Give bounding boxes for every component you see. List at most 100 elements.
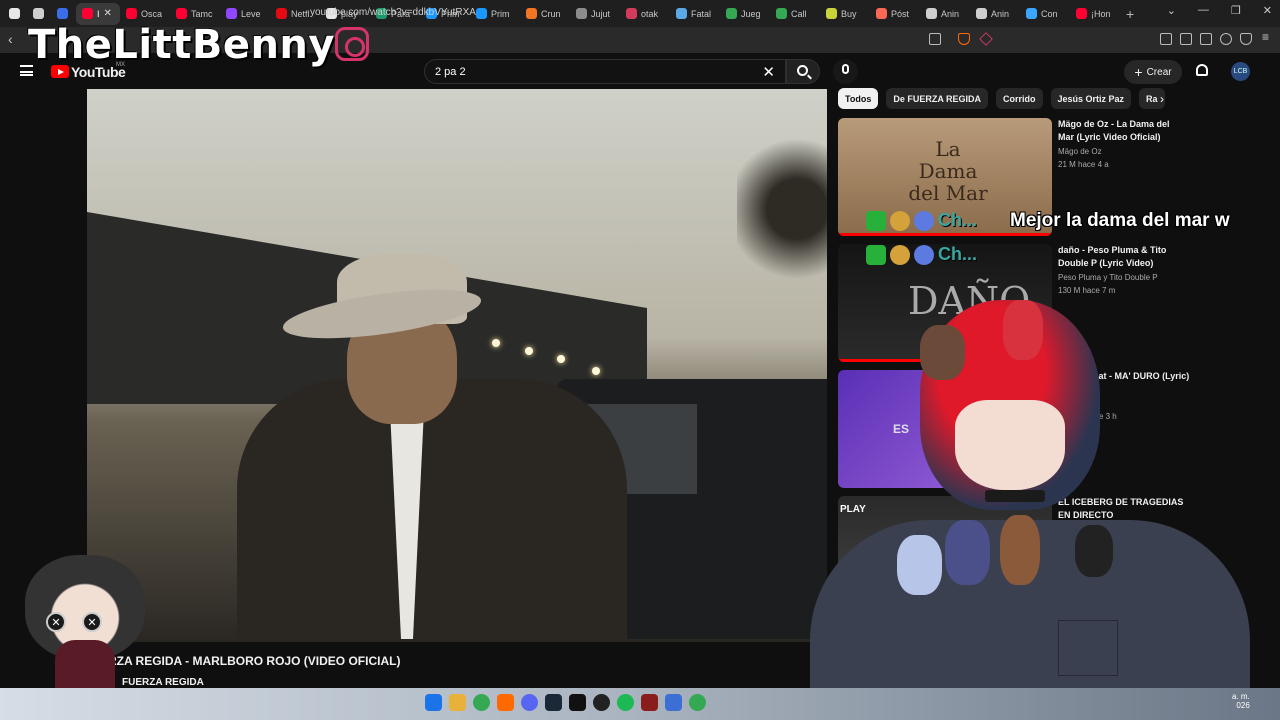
- filter-chip[interactable]: Jesús Ortiz Paz: [1050, 88, 1132, 109]
- recommendation-channel[interactable]: Peso Pluma y Tito Double P: [1058, 273, 1158, 282]
- steam-icon[interactable]: [545, 694, 562, 711]
- close-window-button[interactable]: ✕: [1263, 4, 1272, 17]
- google-icon: [776, 8, 787, 19]
- avatar[interactable]: LCB: [1231, 62, 1250, 81]
- wallet-icon[interactable]: [1200, 33, 1212, 45]
- browser-tab[interactable]: Jujut: [570, 3, 620, 25]
- app-icon[interactable]: [665, 694, 682, 711]
- close-tab-icon[interactable]: ✕: [104, 8, 112, 19]
- string-light: [557, 355, 565, 363]
- chrome-icon[interactable]: [689, 694, 706, 711]
- discord-icon[interactable]: [521, 694, 538, 711]
- browser-tab[interactable]: Póst: [870, 3, 920, 25]
- browser-tab[interactable]: ¡Hon: [1070, 3, 1120, 25]
- browser-tab[interactable]: Jueg: [720, 3, 770, 25]
- browser-tab-label: Call: [791, 8, 807, 19]
- recommendation-title[interactable]: Goat - MA' DURO (Lyric): [1086, 370, 1216, 383]
- create-button[interactable]: + Crear: [1124, 60, 1182, 84]
- string-light: [492, 339, 500, 347]
- extensions-icon[interactable]: [1220, 33, 1232, 45]
- filter-chip[interactable]: Todos: [838, 88, 879, 109]
- search-button[interactable]: [786, 59, 820, 84]
- brave-shield-icon[interactable]: [958, 33, 970, 45]
- microphone-icon: [842, 64, 849, 74]
- af-icon: [576, 8, 587, 19]
- chrome-icon[interactable]: [473, 694, 490, 711]
- channel-name[interactable]: FUERZA REGIDA: [122, 677, 204, 688]
- close-icon[interactable]: ✕: [762, 63, 775, 81]
- close-eye-icon: ✕: [46, 612, 66, 632]
- image-icon: [676, 8, 687, 19]
- media-icon[interactable]: [1160, 33, 1172, 45]
- rewards-icon[interactable]: [979, 32, 993, 46]
- browser-tab[interactable]: Buy: [820, 3, 870, 25]
- filter-chip[interactable]: De FUERZA REGIDA: [886, 88, 988, 109]
- chevron-right-icon[interactable]: ›: [1160, 92, 1164, 106]
- video-title: ERZA REGIDA - MARLBORO ROJO (VIDEO OFICI…: [100, 654, 401, 668]
- mini-character: [920, 325, 965, 380]
- browser-tab[interactable]: Anin: [920, 3, 970, 25]
- sidebar-icon[interactable]: [1180, 33, 1192, 45]
- browser-tab[interactable]: otak: [620, 3, 670, 25]
- browser-tab[interactable]: Fatal: [670, 3, 720, 25]
- browser-tab-label: Netfl: [291, 8, 310, 19]
- recommendation-channel[interactable]: Mägo de Oz: [1058, 147, 1102, 156]
- cookie-emote-icon: [890, 210, 910, 231]
- recommendation-title[interactable]: daño - Peso Pluma & Tito Double P (Lyric…: [1058, 244, 1188, 270]
- otaku-icon: [626, 8, 637, 19]
- search-icon: [797, 65, 808, 76]
- maximize-button[interactable]: ❐: [1231, 4, 1241, 17]
- windows-start-icon[interactable]: [425, 694, 442, 711]
- browser-tab-label: Jujut: [591, 8, 611, 19]
- new-tab-button[interactable]: +: [1126, 6, 1134, 22]
- create-label: Crear: [1146, 66, 1172, 78]
- filter-chip[interactable]: Corrido: [996, 88, 1043, 109]
- tiktok-icon[interactable]: [569, 694, 586, 711]
- check-emote-icon: [866, 210, 886, 231]
- file-explorer-icon[interactable]: [449, 694, 466, 711]
- anchor-icon: [33, 8, 44, 19]
- twitch-icon: [226, 8, 237, 19]
- bell-icon[interactable]: [1196, 64, 1208, 76]
- browser-tab[interactable]: [4, 3, 28, 25]
- obs-icon[interactable]: [593, 694, 610, 711]
- minimize-button[interactable]: —: [1198, 4, 1209, 17]
- menu-lines-icon[interactable]: ≡: [1262, 30, 1274, 44]
- cast-icon[interactable]: [929, 33, 941, 45]
- search-input[interactable]: 2 pa 2 ✕: [424, 59, 786, 84]
- recommendation-title[interactable]: EL ICEBERG DE TRAGEDIAS EN DIRECTO: [1058, 496, 1188, 522]
- crunchyroll-icon: [526, 8, 537, 19]
- browser-tab-label: Anin: [941, 8, 960, 19]
- chat-username: Ch...: [938, 210, 977, 230]
- chat-badges-row: Ch...: [866, 244, 977, 265]
- browser-tab[interactable]: Con: [1020, 3, 1070, 25]
- window-controls: ⌄ — ❐ ✕: [1167, 4, 1272, 17]
- search-value[interactable]: 2 pa 2: [435, 66, 466, 78]
- spotify-icon[interactable]: [617, 694, 634, 711]
- browser-tab-label: ¡Hon: [1091, 8, 1111, 19]
- recommendation-title[interactable]: Mägo de Oz - La Dama del Mar (Lyric Vide…: [1058, 118, 1188, 144]
- browser-tab[interactable]: Anin: [970, 3, 1020, 25]
- filter-chips: Todos De FUERZA REGIDA Corrido Jesús Ortiz …: [838, 88, 1165, 110]
- cookie-emote-icon: [890, 244, 910, 265]
- browser-tab[interactable]: Call: [770, 3, 820, 25]
- url-text[interactable]: youtube.com/watch?v=ddkbVYutRXA: [310, 7, 476, 18]
- valorant-icon[interactable]: [641, 694, 658, 711]
- voice-search-button[interactable]: [833, 59, 858, 84]
- streamer-watermark: TheLittBenny: [28, 22, 335, 68]
- mini-character: [945, 520, 990, 585]
- close-eye-icon: ✕: [82, 612, 102, 632]
- netflix-icon: [276, 8, 287, 19]
- chevron-down-icon[interactable]: ⌄: [1167, 4, 1176, 17]
- video-player[interactable]: [87, 89, 827, 642]
- back-arrow-icon[interactable]: ‹: [8, 31, 13, 47]
- figure-icon: [976, 8, 987, 19]
- browser-tab[interactable]: Crun: [520, 3, 570, 25]
- youtube-icon: [176, 8, 187, 19]
- check-emote-icon: [866, 244, 886, 265]
- browser-tab[interactable]: Prim: [470, 3, 520, 25]
- thumbnail-text: PLAY: [840, 504, 866, 515]
- thumbnail-text: ES: [893, 422, 910, 436]
- vpn-icon[interactable]: [1240, 33, 1252, 45]
- brave-icon[interactable]: [497, 694, 514, 711]
